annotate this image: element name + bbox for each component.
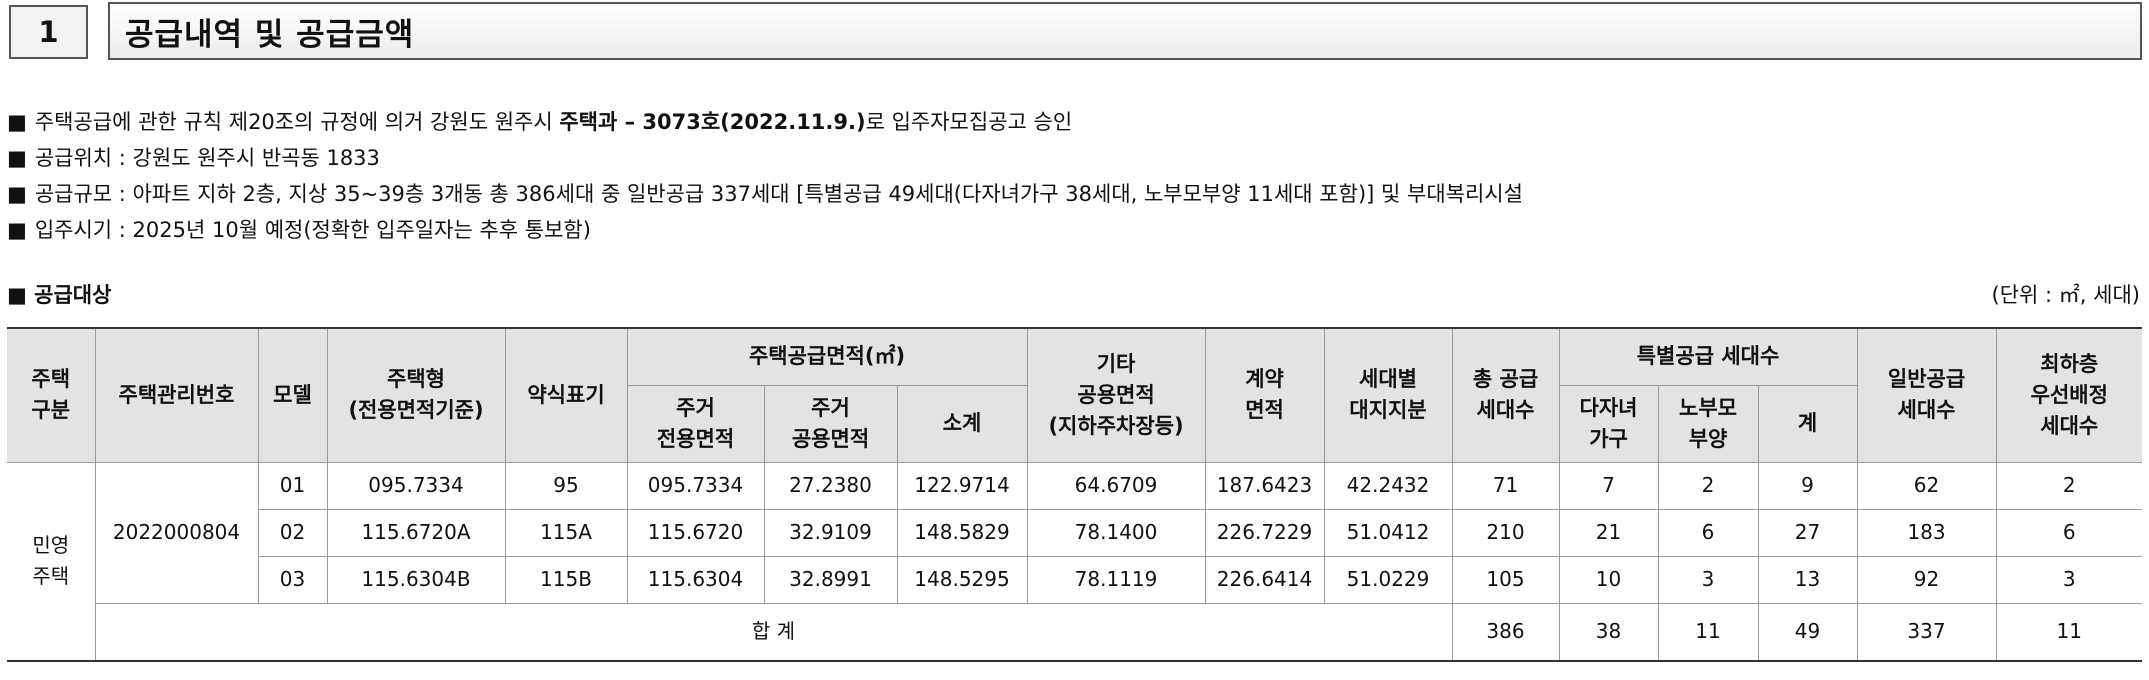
cell-exclusive: 095.7334 <box>626 461 765 510</box>
cell-housing-type: 민영 주택 <box>7 461 96 662</box>
approval-number: 주택과 – 3073호(2022.11.9.) <box>559 110 866 134</box>
header-multi-child: 다자녀 가구 <box>1558 384 1659 463</box>
header-mgmt-no: 주택관리번호 <box>94 327 259 463</box>
total-special: 49 <box>1757 602 1858 662</box>
cell-mgmt-no: 2022000804 <box>94 461 259 604</box>
cell-multi: 21 <box>1558 508 1659 557</box>
cell-elderly: 6 <box>1657 508 1759 557</box>
header-lowest-floor: 최하층 우선배정 세대수 <box>1995 327 2143 463</box>
cell-model: 02 <box>258 508 328 557</box>
header-common-area: 주거 공용면적 <box>763 384 898 463</box>
cell-multi: 10 <box>1558 555 1659 604</box>
cell-exclusive: 115.6304 <box>626 555 765 604</box>
cell-elderly: 3 <box>1657 555 1759 604</box>
table-row: 민영 주택 2022000804 01 095.7334 95 095.7334 … <box>7 461 2143 662</box>
cell-special: 13 <box>1757 555 1858 604</box>
notice-text-suffix: 로 입주자모집공고 승인 <box>865 110 1073 134</box>
notice-list: ■ 주택공급에 관한 규칙 제20조의 규정에 의거 강원도 원주시 주택과 – … <box>7 104 1523 248</box>
section-number: 1 <box>9 5 88 59</box>
cell-common: 27.2380 <box>763 461 898 510</box>
unit-note: (단위 : ㎡, 세대) <box>1991 283 2140 307</box>
cell-exclusive: 115.6720 <box>626 508 765 557</box>
square-bullet-icon: ■ <box>7 218 27 242</box>
cell-common: 32.9109 <box>763 508 898 557</box>
section-title: 공급내역 및 공급금액 <box>108 2 2142 60</box>
total-row: 합 계 386 38 11 49 337 11 <box>7 602 2143 662</box>
cell-contract: 226.7229 <box>1204 508 1325 557</box>
notice-text: 입주시기 : 2025년 10월 예정(정확한 입주일자는 추후 통보함) <box>34 218 591 242</box>
section-title-bar: 1 공급내역 및 공급금액 <box>0 0 2149 64</box>
cell-house-type: 115.6304B <box>326 555 506 604</box>
table-row: 03 115.6304B 115B 115.6304 32.8991 148.5… <box>7 555 2143 604</box>
cell-short: 115B <box>504 555 628 604</box>
cell-subtotal: 148.5295 <box>896 555 1028 604</box>
cell-common: 32.8991 <box>763 555 898 604</box>
table-heading: ■ 공급대상 <box>7 283 112 307</box>
total-elderly: 11 <box>1657 602 1759 662</box>
header-model: 모델 <box>257 327 328 463</box>
cell-subtotal: 122.9714 <box>896 461 1028 510</box>
cell-total: 105 <box>1451 555 1560 604</box>
header-land-share: 세대별 대지지분 <box>1323 327 1453 463</box>
cell-other: 64.6709 <box>1026 461 1206 510</box>
cell-general: 183 <box>1856 508 1997 557</box>
square-bullet-icon: ■ <box>7 182 27 206</box>
cell-contract: 187.6423 <box>1204 461 1325 510</box>
square-bullet-icon: ■ <box>7 146 27 170</box>
cell-general: 62 <box>1856 461 1997 510</box>
total-lowest: 11 <box>1995 602 2143 662</box>
cell-multi: 7 <box>1558 461 1659 510</box>
cell-short: 115A <box>504 508 628 557</box>
header-subtotal: 소계 <box>896 384 1028 463</box>
cell-land: 51.0229 <box>1323 555 1453 604</box>
header-supply-area-group: 주택공급면적(㎡) <box>626 327 1028 386</box>
notice-text: 공급규모 : 아파트 지하 2층, 지상 35~39층 3개동 총 386세대 … <box>34 182 1523 206</box>
cell-contract: 226.6414 <box>1204 555 1325 604</box>
header-special-group: 특별공급 세대수 <box>1558 327 1858 386</box>
notice-item: ■ 공급규모 : 아파트 지하 2층, 지상 35~39층 3개동 총 386세대… <box>7 176 1523 212</box>
header-house-type: 주택형 (전용면적기준) <box>326 327 506 463</box>
total-label: 합 계 <box>95 602 1453 662</box>
header-other-common: 기타 공용면적 (지하주차장등) <box>1026 327 1206 463</box>
header-short-label: 약식표기 <box>504 327 628 463</box>
cell-general: 92 <box>1856 555 1997 604</box>
supply-table: 주택 구분 주택관리번호 모델 주택형 (전용면적기준) 약식표기 주택공급면적(㎡… <box>7 327 2143 662</box>
cell-short: 95 <box>504 461 628 510</box>
cell-total: 210 <box>1451 508 1560 557</box>
cell-other: 78.1400 <box>1026 508 1206 557</box>
cell-special: 27 <box>1757 508 1858 557</box>
total-general: 337 <box>1856 602 1997 662</box>
cell-subtotal: 148.5829 <box>896 508 1028 557</box>
header-elderly: 노부모 부양 <box>1657 384 1759 463</box>
cell-land: 42.2432 <box>1323 461 1453 510</box>
total-units: 386 <box>1451 602 1560 662</box>
cell-model: 01 <box>257 461 328 510</box>
total-multi: 38 <box>1558 602 1659 662</box>
notice-item: ■ 주택공급에 관한 규칙 제20조의 규정에 의거 강원도 원주시 주택과 – … <box>7 104 1523 140</box>
header-housing-type: 주택 구분 <box>7 327 96 463</box>
header-contract-area: 계약 면적 <box>1204 327 1325 463</box>
table-row: 02 115.6720A 115A 115.6720 32.9109 148.5… <box>7 508 2143 557</box>
cell-house-type: 095.7334 <box>326 461 506 510</box>
cell-lowest: 3 <box>1995 555 2143 604</box>
notice-item: ■ 공급위치 : 강원도 원주시 반곡동 1833 <box>7 140 1523 176</box>
cell-house-type: 115.6720A <box>326 508 506 557</box>
cell-land: 51.0412 <box>1323 508 1453 557</box>
cell-special: 9 <box>1757 461 1858 510</box>
cell-elderly: 2 <box>1657 461 1759 510</box>
header-exclusive-area: 주거 전용면적 <box>627 384 765 463</box>
cell-other: 78.1119 <box>1026 555 1206 604</box>
cell-total: 71 <box>1451 461 1560 510</box>
cell-model: 03 <box>258 555 328 604</box>
square-bullet-icon: ■ <box>7 110 27 134</box>
notice-text: 주택공급에 관한 규칙 제20조의 규정에 의거 강원도 원주시 <box>34 110 560 134</box>
header-total-units: 총 공급 세대수 <box>1451 327 1560 463</box>
notice-item: ■ 입주시기 : 2025년 10월 예정(정확한 입주일자는 추후 통보함) <box>7 212 1523 248</box>
cell-lowest: 6 <box>1995 508 2143 557</box>
cell-lowest: 2 <box>1995 461 2143 510</box>
notice-text: 공급위치 : 강원도 원주시 반곡동 1833 <box>34 146 380 170</box>
header-special-sum: 계 <box>1757 384 1858 463</box>
header-general-units: 일반공급 세대수 <box>1856 327 1997 463</box>
